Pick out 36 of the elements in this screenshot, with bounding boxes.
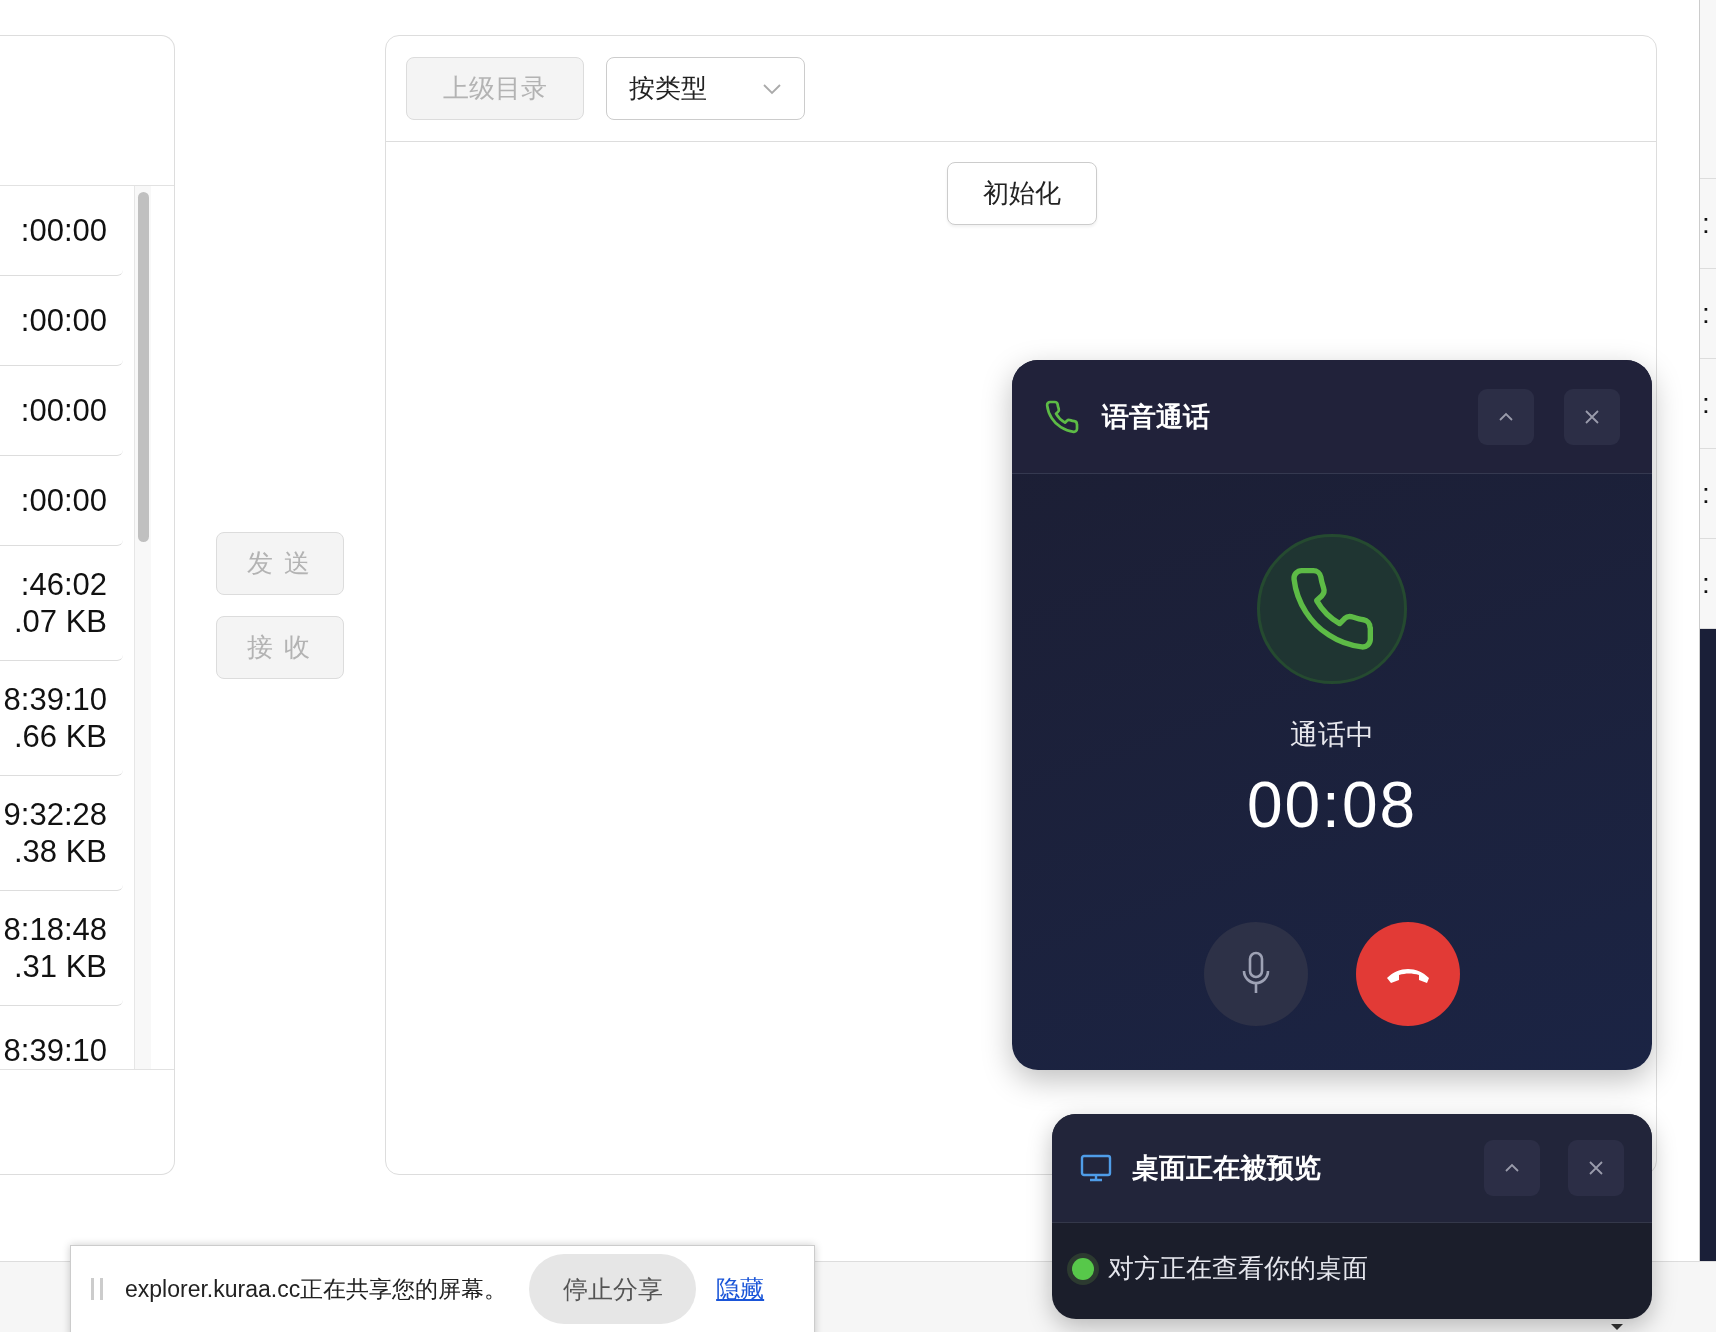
preview-title: 桌面正在被预览 — [1132, 1152, 1322, 1185]
file-time: :00:00 — [20, 302, 107, 339]
file-list-item[interactable]: :46:02 .07 KB — [0, 546, 123, 661]
file-time: 8:39:10 — [3, 681, 107, 718]
file-list-item[interactable]: 8:39:10 .66 KB — [0, 661, 123, 776]
file-time: :00:00 — [20, 392, 107, 429]
call-duration: 00:08 — [1246, 768, 1418, 842]
call-status: 通话中 — [1290, 718, 1374, 752]
file-time: 8:18:48 — [3, 911, 107, 948]
file-time: :46:02 — [20, 566, 107, 603]
initialize-button[interactable]: 初始化 — [946, 162, 1097, 225]
file-list-item[interactable]: :00:00 — [0, 366, 123, 456]
sort-select[interactable]: 按类型 — [605, 57, 805, 120]
stop-sharing-button[interactable]: 停止分享 — [529, 1254, 697, 1324]
file-size: .07 KB — [13, 603, 107, 640]
file-list-item[interactable]: 8:39:10 — [0, 1006, 123, 1069]
list-item-text: : — [1700, 449, 1716, 539]
file-list-item[interactable]: :00:00 — [0, 276, 123, 366]
file-list-item[interactable]: 8:18:48 .31 KB — [0, 891, 123, 1006]
file-size: .38 KB — [13, 833, 107, 870]
file-time: 8:39:10 — [3, 1032, 107, 1069]
file-time: :00:00 — [20, 212, 107, 249]
file-time: :00:00 — [20, 482, 107, 519]
hide-link[interactable]: 隐藏 — [716, 1273, 765, 1305]
sharing-message: explorer.kuraa.cc正在共享您的屏幕。 — [125, 1274, 508, 1304]
list-item-text: : — [1700, 179, 1716, 269]
call-title: 语音通话 — [1102, 400, 1211, 434]
list-item-text: : — [1700, 359, 1716, 449]
file-time: 9:32:28 — [3, 796, 107, 833]
file-list-item[interactable]: :00:00 — [0, 186, 123, 276]
file-list-item[interactable]: 9:32:28 .38 KB — [0, 776, 123, 891]
list-item-text: : — [1700, 269, 1716, 359]
file-list-item[interactable]: :00:00 — [0, 456, 123, 546]
file-size: .31 KB — [13, 948, 107, 985]
preview-message: 对方正在查看你的桌面 — [1108, 1252, 1368, 1285]
file-size: .66 KB — [13, 718, 107, 755]
